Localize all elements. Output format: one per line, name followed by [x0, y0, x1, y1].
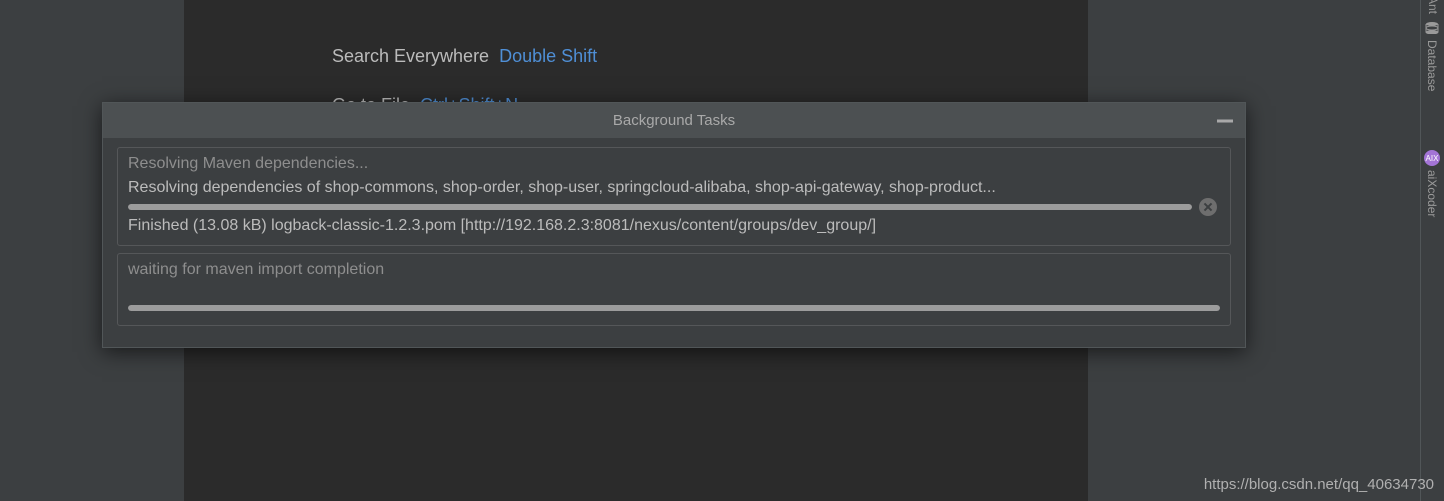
- dialog-body: Resolving Maven dependencies... Resolvin…: [103, 138, 1245, 347]
- rail-database-label: Database: [1425, 40, 1439, 91]
- database-icon: [1425, 22, 1439, 34]
- aixcoder-icon: AIX: [1424, 150, 1440, 166]
- progress-bar: [128, 204, 1192, 210]
- task-status: Finished (13.08 kB) logback-classic-1.2.…: [128, 217, 1192, 235]
- dialog-title: Background Tasks: [613, 112, 735, 129]
- rail-item-aixcoder[interactable]: AIX aiXcoder: [1420, 150, 1444, 217]
- progress-fill: [128, 305, 1220, 311]
- watermark-text: https://blog.csdn.net/qq_40634730: [1204, 476, 1434, 493]
- task-detail: Resolving dependencies of shop-commons, …: [128, 179, 1192, 197]
- cancel-icon[interactable]: [1199, 198, 1217, 216]
- progress-bar: [128, 305, 1220, 311]
- task-maven-resolve: Resolving Maven dependencies... Resolvin…: [117, 147, 1231, 246]
- right-tool-rail: Ant Database AIX aiXcoder: [1420, 0, 1444, 501]
- dialog-header[interactable]: Background Tasks: [103, 103, 1245, 138]
- minimize-icon[interactable]: [1217, 119, 1233, 122]
- task-title: Resolving Maven dependencies...: [128, 155, 1220, 173]
- background-tasks-dialog: Background Tasks Resolving Maven depende…: [102, 102, 1246, 348]
- rail-ant-label[interactable]: Ant: [1426, 0, 1440, 14]
- rail-aixcoder-label: aiXcoder: [1425, 170, 1439, 217]
- progress-fill: [128, 204, 1192, 210]
- shortcut-search-everywhere: Search Everywhere Double Shift: [332, 46, 597, 67]
- task-maven-import: waiting for maven import completion: [117, 253, 1231, 326]
- task-title: waiting for maven import completion: [128, 261, 1220, 279]
- rail-item-database[interactable]: Database: [1420, 22, 1444, 91]
- shortcut-label: Search Everywhere: [332, 46, 489, 67]
- shortcut-key: Double Shift: [499, 46, 597, 67]
